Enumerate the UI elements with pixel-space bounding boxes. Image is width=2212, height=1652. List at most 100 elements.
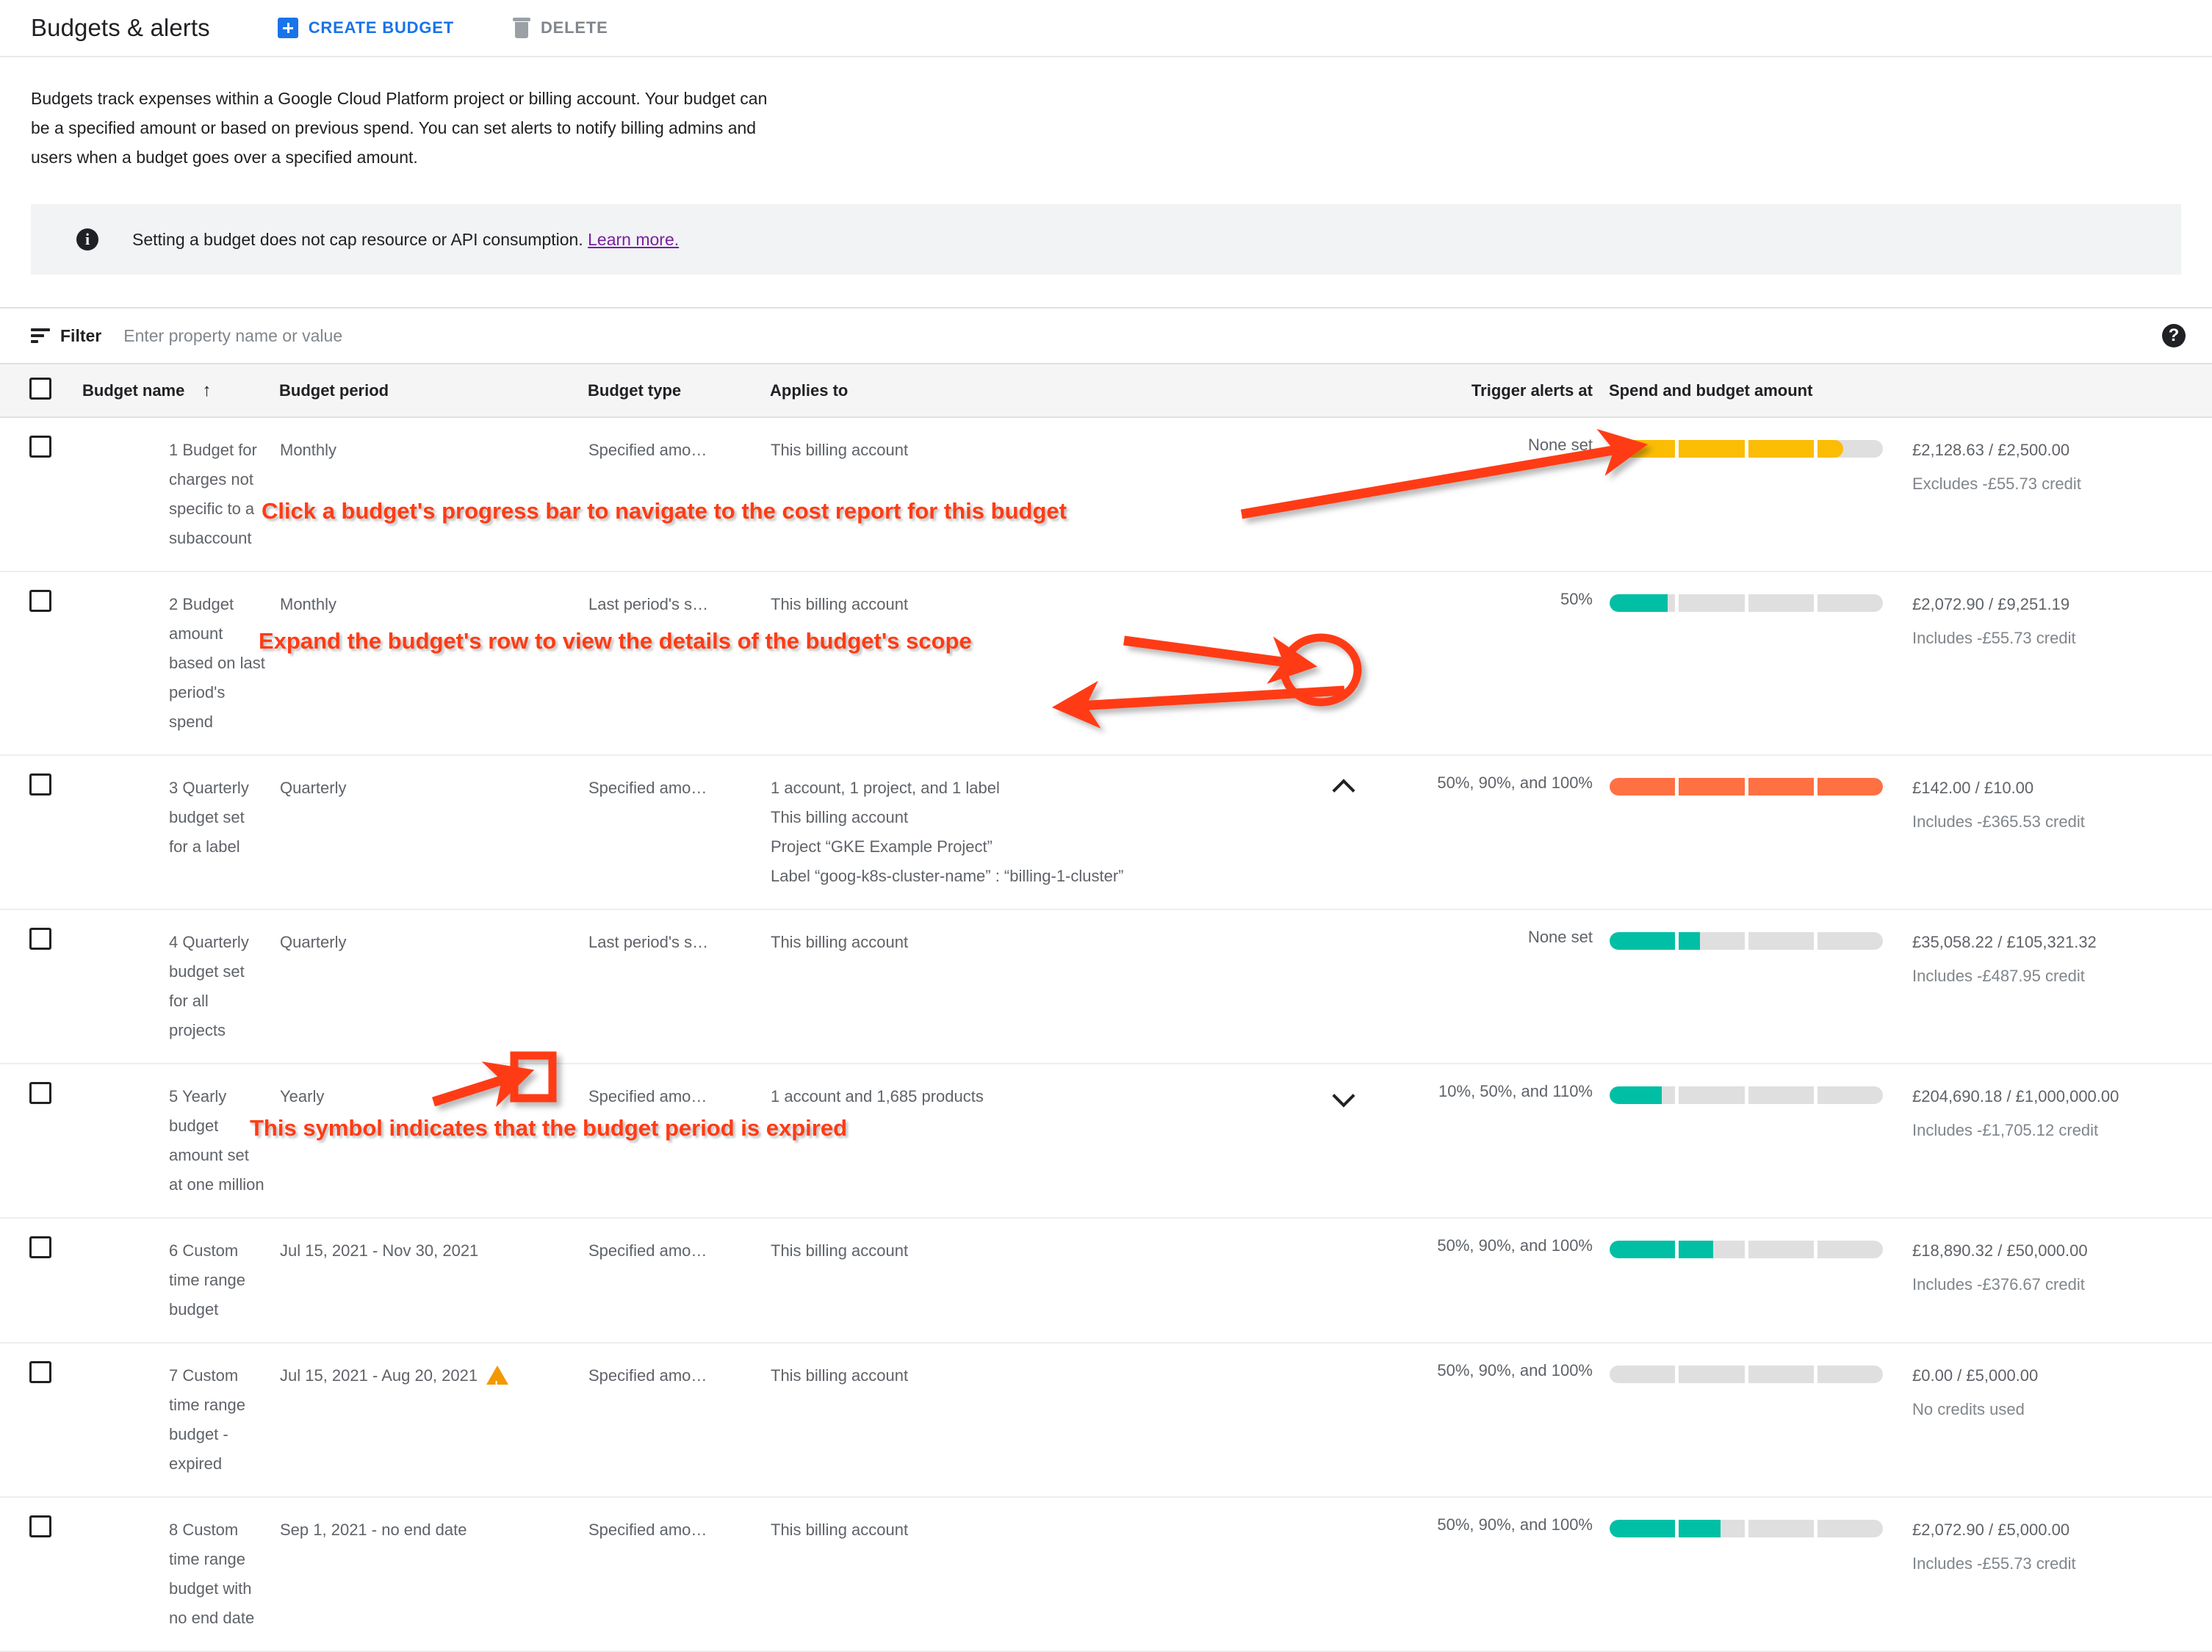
row-checkbox[interactable] bbox=[29, 1236, 51, 1258]
credit-note-text: Excludes -£55.73 credit bbox=[1912, 475, 2081, 493]
progress-fill bbox=[1610, 778, 1676, 796]
budget-name-cell[interactable]: 2 Budget amount based on last period's s… bbox=[82, 571, 279, 756]
progress-segment bbox=[1748, 440, 1814, 458]
spend-progress-bar[interactable] bbox=[1610, 1520, 1883, 1537]
credit-note-text: Includes -£487.95 credit bbox=[1912, 967, 2085, 985]
column-header-trigger-alerts[interactable]: Trigger alerts at bbox=[1365, 364, 1609, 418]
column-header-budget-name[interactable]: Budget name ↑ bbox=[82, 364, 279, 418]
applies-to-cell: This billing account bbox=[770, 417, 1365, 572]
spend-progress-bar[interactable] bbox=[1610, 594, 1883, 612]
chevron-up-icon[interactable] bbox=[1333, 772, 1358, 797]
spend-amount-cell: £18,890.32 / £50,000.00 Includes -£376.67… bbox=[1912, 1218, 2212, 1343]
trash-icon bbox=[512, 18, 530, 38]
delete-button[interactable]: DELETE bbox=[502, 12, 619, 44]
credit-note-text: Includes -£376.67 credit bbox=[1912, 1275, 2085, 1294]
spend-amount-text: £0.00 / £5,000.00 bbox=[1912, 1366, 2039, 1385]
progress-fill bbox=[1679, 440, 1745, 458]
progress-segment bbox=[1817, 1086, 1883, 1104]
budget-period-text: Yearly bbox=[280, 1087, 325, 1105]
budget-period-cell: Yearly bbox=[279, 1064, 588, 1219]
spend-progress-bar[interactable] bbox=[1610, 440, 1883, 458]
progress-bar-cell[interactable] bbox=[1609, 1497, 1912, 1652]
row-checkbox[interactable] bbox=[29, 436, 51, 458]
budget-name-cell[interactable]: 3 Quarterly budget set for a label bbox=[82, 755, 279, 910]
info-banner: i Setting a budget does not cap resource… bbox=[31, 204, 2181, 275]
row-checkbox[interactable] bbox=[29, 590, 51, 612]
row-select-cell bbox=[0, 417, 82, 572]
trigger-alerts-cell: 50%, 90%, and 100% bbox=[1365, 1497, 1609, 1652]
row-checkbox[interactable] bbox=[29, 773, 51, 796]
applies-to-summary: This billing account bbox=[771, 595, 909, 613]
column-header-budget-type[interactable]: Budget type bbox=[588, 364, 770, 418]
applies-to-cell: 1 account, 1 project, and 1 label This bi… bbox=[770, 755, 1365, 910]
row-select-cell bbox=[0, 1343, 82, 1498]
budget-name-cell[interactable]: 1 Budget for charges not specific to a s… bbox=[82, 417, 279, 572]
learn-more-link[interactable]: Learn more. bbox=[588, 230, 679, 249]
progress-segment bbox=[1679, 1366, 1745, 1383]
spend-progress-bar[interactable] bbox=[1610, 1241, 1883, 1258]
budget-name-cell[interactable]: 4 Quarterly budget set for all projects bbox=[82, 909, 279, 1064]
budget-name-cell[interactable]: 6 Custom time range budget bbox=[82, 1218, 279, 1343]
row-checkbox[interactable] bbox=[29, 1082, 51, 1104]
spend-progress-bar[interactable] bbox=[1610, 1086, 1883, 1104]
spend-amount-text: £2,072.90 / £5,000.00 bbox=[1912, 1521, 2070, 1539]
column-header-applies-to[interactable]: Applies to bbox=[770, 364, 1365, 418]
create-budget-button[interactable]: CREATE BUDGET bbox=[267, 12, 464, 44]
spend-amount-text: £18,890.32 / £50,000.00 bbox=[1912, 1241, 2088, 1260]
progress-bar-cell[interactable] bbox=[1609, 755, 1912, 910]
applies-to-summary: This billing account bbox=[771, 441, 909, 459]
filter-icon[interactable] bbox=[31, 328, 50, 344]
budget-name-cell[interactable]: 8 Custom time range budget with no end d… bbox=[82, 1497, 279, 1652]
table-row[interactable]: 5 Yearly budget amount set at one millio… bbox=[0, 1064, 2212, 1219]
filter-input[interactable] bbox=[122, 325, 637, 347]
budget-name-cell[interactable]: 5 Yearly budget amount set at one millio… bbox=[82, 1064, 279, 1219]
progress-segment bbox=[1748, 778, 1814, 796]
row-checkbox[interactable] bbox=[29, 1515, 51, 1537]
progress-fill bbox=[1610, 1241, 1676, 1258]
progress-bar-cell[interactable] bbox=[1609, 417, 1912, 572]
table-row[interactable]: 7 Custom time range budget - expired Jul … bbox=[0, 1343, 2212, 1498]
applies-to-summary: 1 account and 1,685 products bbox=[771, 1087, 984, 1105]
row-checkbox[interactable] bbox=[29, 928, 51, 950]
trigger-alerts-cell: 10%, 50%, and 110% bbox=[1365, 1064, 1609, 1219]
progress-segment bbox=[1817, 1366, 1883, 1383]
table-row[interactable]: 2 Budget amount based on last period's s… bbox=[0, 571, 2212, 756]
progress-bar-cell[interactable] bbox=[1609, 1218, 1912, 1343]
progress-fill bbox=[1679, 1520, 1721, 1537]
spend-amount-text: £35,058.22 / £105,321.32 bbox=[1912, 933, 2097, 951]
progress-segment bbox=[1748, 1086, 1814, 1104]
budget-period-cell: Monthly bbox=[279, 571, 588, 756]
column-header-spend-and-budget[interactable]: Spend and budget amount bbox=[1609, 364, 2212, 418]
select-all-checkbox[interactable] bbox=[29, 377, 51, 400]
spend-amount-cell: £0.00 / £5,000.00 No credits used bbox=[1912, 1343, 2212, 1498]
table-row[interactable]: 3 Quarterly budget set for a label Quarte… bbox=[0, 755, 2212, 910]
plus-icon bbox=[277, 18, 298, 38]
spend-progress-bar[interactable] bbox=[1610, 1366, 1883, 1383]
spend-amount-cell: £2,128.63 / £2,500.00 Excludes -£55.73 cr… bbox=[1912, 417, 2212, 572]
progress-bar-cell[interactable] bbox=[1609, 1064, 1912, 1219]
applies-to-detail: Project “GKE Example Project” bbox=[771, 837, 992, 856]
spend-progress-bar[interactable] bbox=[1610, 932, 1883, 950]
chevron-down-icon[interactable] bbox=[1333, 1081, 1358, 1105]
table-row[interactable]: 4 Quarterly budget set for all projects Q… bbox=[0, 909, 2212, 1064]
budget-type-cell: Specified amo… bbox=[588, 1064, 770, 1219]
row-checkbox[interactable] bbox=[29, 1361, 51, 1383]
progress-bar-cell[interactable] bbox=[1609, 571, 1912, 756]
help-icon[interactable]: ? bbox=[2162, 324, 2186, 347]
table-row[interactable]: 8 Custom time range budget with no end d… bbox=[0, 1497, 2212, 1652]
progress-fill bbox=[1748, 778, 1814, 796]
column-header-budget-period[interactable]: Budget period bbox=[279, 364, 588, 418]
progress-segment bbox=[1748, 594, 1814, 612]
budget-name-cell[interactable]: 7 Custom time range budget - expired bbox=[82, 1343, 279, 1498]
progress-segment bbox=[1817, 778, 1883, 796]
table-row[interactable]: 1 Budget for charges not specific to a s… bbox=[0, 417, 2212, 572]
progress-segment bbox=[1679, 932, 1745, 950]
progress-bar-cell[interactable] bbox=[1609, 1343, 1912, 1498]
row-select-cell bbox=[0, 1497, 82, 1652]
spend-amount-cell: £204,690.18 / £1,000,000.00 Includes -£1,… bbox=[1912, 1064, 2212, 1219]
budget-period-cell: Jul 15, 2021 - Aug 20, 2021 bbox=[279, 1343, 588, 1498]
spend-progress-bar[interactable] bbox=[1610, 778, 1883, 796]
table-row[interactable]: 6 Custom time range budget Jul 15, 2021 -… bbox=[0, 1218, 2212, 1343]
trigger-alerts-cell: 50%, 90%, and 100% bbox=[1365, 755, 1609, 910]
progress-bar-cell[interactable] bbox=[1609, 909, 1912, 1064]
